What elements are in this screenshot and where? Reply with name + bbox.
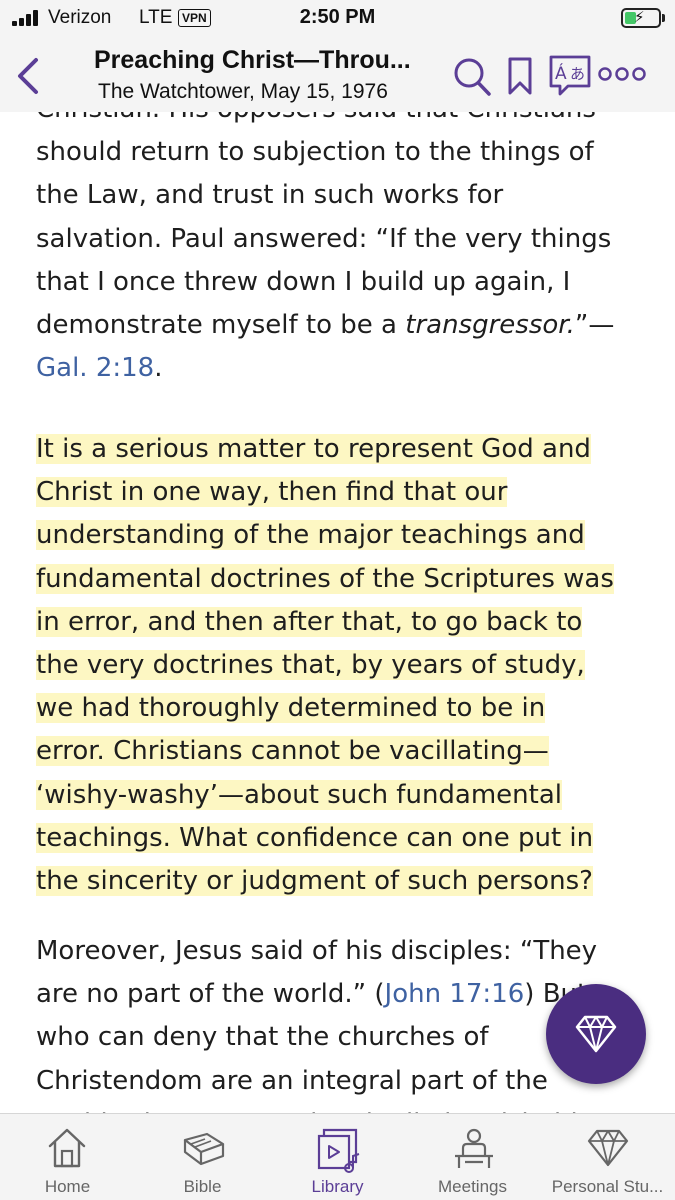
- library-icon: [317, 1128, 360, 1173]
- text-line: Christian. His opposers said that Christ…: [36, 112, 646, 131]
- bookmark-button[interactable]: [506, 56, 534, 102]
- article-header: Preaching Christ—Throu... The Watchtower…: [0, 40, 675, 112]
- tab-library[interactable]: Library: [270, 1114, 405, 1200]
- text-line: world—that are not cleanly distinguishab…: [36, 1103, 646, 1113]
- text-span: .: [154, 353, 163, 384]
- text-line: in error, and then after that, to go bac…: [36, 601, 646, 644]
- highlighted-text: It is a serious matter to represent God …: [36, 434, 591, 464]
- tab-meetings[interactable]: Meetings: [405, 1114, 540, 1200]
- text-line: fundamental doctrines of the Scriptures …: [36, 558, 646, 601]
- text-line: Gal. 2:18.: [36, 347, 646, 390]
- scripture-link[interactable]: John 17:16: [385, 979, 525, 1009]
- text-span: demonstrate myself to be a: [36, 310, 406, 341]
- back-chevron-icon: [18, 58, 38, 94]
- text-line: salvation. Paul answered: “If the very t…: [36, 223, 612, 254]
- bottom-tab-bar: Home Bible Library Meetings Personal Stu…: [0, 1113, 675, 1200]
- tab-home[interactable]: Home: [0, 1114, 135, 1200]
- text-span: ”—: [574, 310, 615, 341]
- svg-text:あ: あ: [570, 65, 585, 83]
- text-line: should return to subjection to the thing…: [36, 137, 594, 168]
- highlighted-paragraph: It is a serious matter to represent God …: [36, 428, 646, 903]
- text-line: that I once threw down I build up again,…: [36, 266, 571, 297]
- text-line: It is a serious matter to represent God …: [36, 428, 646, 471]
- highlighted-text: the sincerity or judgment of such person…: [36, 866, 593, 897]
- text-line: Christendom are an integral part of the: [36, 1065, 548, 1096]
- highlighted-text: Christ in one way, then find that our: [36, 477, 508, 508]
- text-line: the Law, and trust in such works for: [36, 180, 504, 211]
- scripture-link[interactable]: Gal. 2:18: [36, 353, 154, 383]
- highlighted-text: teachings. What confidence can one put i…: [36, 822, 594, 853]
- page-subtitle: The Watchtower, May 15, 1976: [98, 80, 388, 103]
- tab-personal-study[interactable]: Personal Stu...: [540, 1114, 675, 1200]
- highlighted-text: understanding of the major teachings and: [36, 520, 585, 551]
- search-icon: [454, 58, 491, 96]
- back-button[interactable]: [12, 54, 46, 98]
- battery-cap: [662, 14, 665, 22]
- text-line: the very doctrines that, by years of stu…: [36, 644, 646, 687]
- personal-study-fab[interactable]: [546, 984, 646, 1084]
- tab-label: Home: [44, 1177, 91, 1196]
- status-bar: Verizon LTE VPN 2:50 PM ⚡: [0, 0, 675, 40]
- more-icon: [598, 67, 646, 81]
- meetings-icon: [455, 1128, 493, 1168]
- text-line: understanding of the major teachings and: [36, 514, 646, 557]
- text-line: Moreover, Jesus said of his disciples: “…: [36, 936, 598, 966]
- tab-label: Meetings: [438, 1177, 507, 1196]
- diamond-icon: [587, 1129, 629, 1167]
- svg-text:Á: Á: [555, 62, 567, 84]
- language-button[interactable]: Á あ: [548, 54, 592, 104]
- article-body[interactable]: Christian. His opposers said that Christ…: [0, 112, 675, 1113]
- more-button[interactable]: [598, 62, 646, 90]
- language-icon: Á あ: [549, 55, 591, 96]
- tab-label: Bible: [183, 1177, 222, 1196]
- text-span: are no part of the world.” (: [36, 979, 385, 1010]
- highlighted-text: we had thoroughly determined to be in: [36, 693, 546, 724]
- highlighted-text: error. Christians cannot be vacillating—: [36, 736, 549, 767]
- diamond-icon: [575, 1015, 617, 1053]
- highlighted-text: fundamental doctrines of the Scriptures …: [36, 563, 614, 594]
- highlighted-text: the very doctrines that, by years of stu…: [36, 650, 585, 681]
- text-line: error. Christians cannot be vacillating—: [36, 730, 646, 773]
- text-line: the sincerity or judgment of such person…: [36, 860, 646, 903]
- paragraph: Christian. His opposers said that Christ…: [36, 112, 646, 390]
- text-line: teachings. What confidence can one put i…: [36, 817, 646, 860]
- tab-label: Personal Stu...: [551, 1177, 664, 1196]
- text-line: ‘wishy-washy’—about such fundamental: [36, 774, 646, 817]
- highlighted-text: in error, and then after that, to go bac…: [36, 606, 583, 637]
- highlighted-text: ‘wishy-washy’—about such fundamental: [36, 779, 563, 810]
- text-line: we had thoroughly determined to be in: [36, 687, 646, 730]
- battery-icon: ⚡: [621, 8, 661, 28]
- bookmark-icon: [508, 57, 532, 95]
- home-icon: [48, 1128, 86, 1168]
- tab-label: Library: [311, 1177, 364, 1196]
- search-button[interactable]: [452, 56, 492, 102]
- page-title: Preaching Christ—Throu...: [94, 46, 411, 74]
- text-line: Christ in one way, then find that our: [36, 471, 646, 514]
- text-line: demonstrate myself to be a transgressor.…: [36, 304, 646, 347]
- clock: 2:50 PM: [299, 6, 376, 28]
- bible-icon: [183, 1132, 225, 1166]
- tab-bible[interactable]: Bible: [135, 1114, 270, 1200]
- italic-text: transgressor.: [405, 310, 575, 341]
